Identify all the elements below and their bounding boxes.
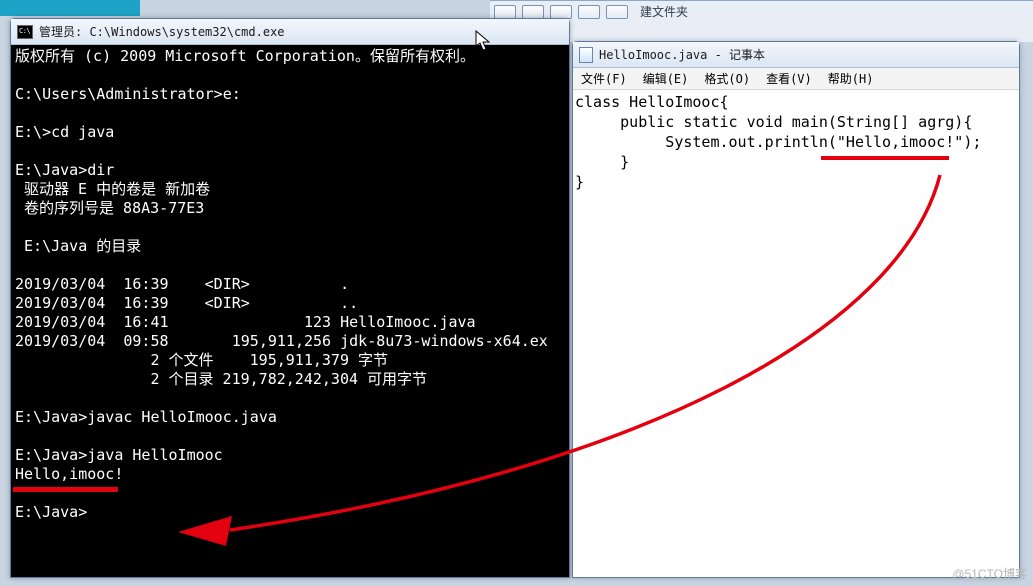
annotation-underline-output: [13, 487, 118, 492]
notepad-window[interactable]: HelloImooc.java - 记事本 文件(F)编辑(E)格式(O)查看(…: [572, 41, 1020, 578]
cmd-output-text: 版权所有 (c) 2009 Microsoft Corporation。保留所有…: [15, 47, 565, 522]
notepad-title-text: HelloImooc.java - 记事本: [599, 46, 765, 63]
notepad-menu-item-2[interactable]: 格式(O): [696, 68, 758, 89]
notepad-menubar: 文件(F)编辑(E)格式(O)查看(V)帮助(H): [573, 68, 1019, 90]
explorer-button-3[interactable]: [550, 5, 572, 19]
notepad-code-text: class HelloImooc{ public static void mai…: [575, 92, 1017, 192]
notepad-menu-item-0[interactable]: 文件(F): [573, 68, 635, 89]
notepad-menu-item-4[interactable]: 帮助(H): [820, 68, 882, 89]
explorer-button-1[interactable]: [494, 5, 516, 19]
cmd-window[interactable]: 管理员: C:\Windows\system32\cmd.exe 版权所有 (c…: [10, 18, 570, 578]
notepad-menu-item-3[interactable]: 查看(V): [758, 68, 820, 89]
explorer-button-2[interactable]: [522, 5, 544, 19]
cmd-icon: [17, 25, 33, 39]
cmd-terminal-area[interactable]: 版权所有 (c) 2009 Microsoft Corporation。保留所有…: [11, 45, 569, 577]
notepad-menu-item-1[interactable]: 编辑(E): [635, 68, 697, 89]
cmd-title-text: 管理员: C:\Windows\system32\cmd.exe: [39, 23, 285, 40]
watermark-text: @51CTO博客: [952, 565, 1027, 582]
explorer-toolbar-fragment: 建文件夹: [490, 0, 1033, 42]
explorer-button-5[interactable]: [606, 5, 628, 19]
notepad-icon: [579, 47, 593, 63]
explorer-button-4[interactable]: [578, 5, 600, 19]
cmd-titlebar[interactable]: 管理员: C:\Windows\system32\cmd.exe: [11, 19, 569, 45]
notepad-titlebar[interactable]: HelloImooc.java - 记事本: [573, 42, 1019, 68]
notepad-editor-area[interactable]: class HelloImooc{ public static void mai…: [573, 90, 1019, 577]
desktop-accent: [0, 0, 140, 16]
explorer-new-folder-label[interactable]: 建文件夹: [640, 3, 688, 20]
annotation-underline-println: [821, 156, 949, 160]
